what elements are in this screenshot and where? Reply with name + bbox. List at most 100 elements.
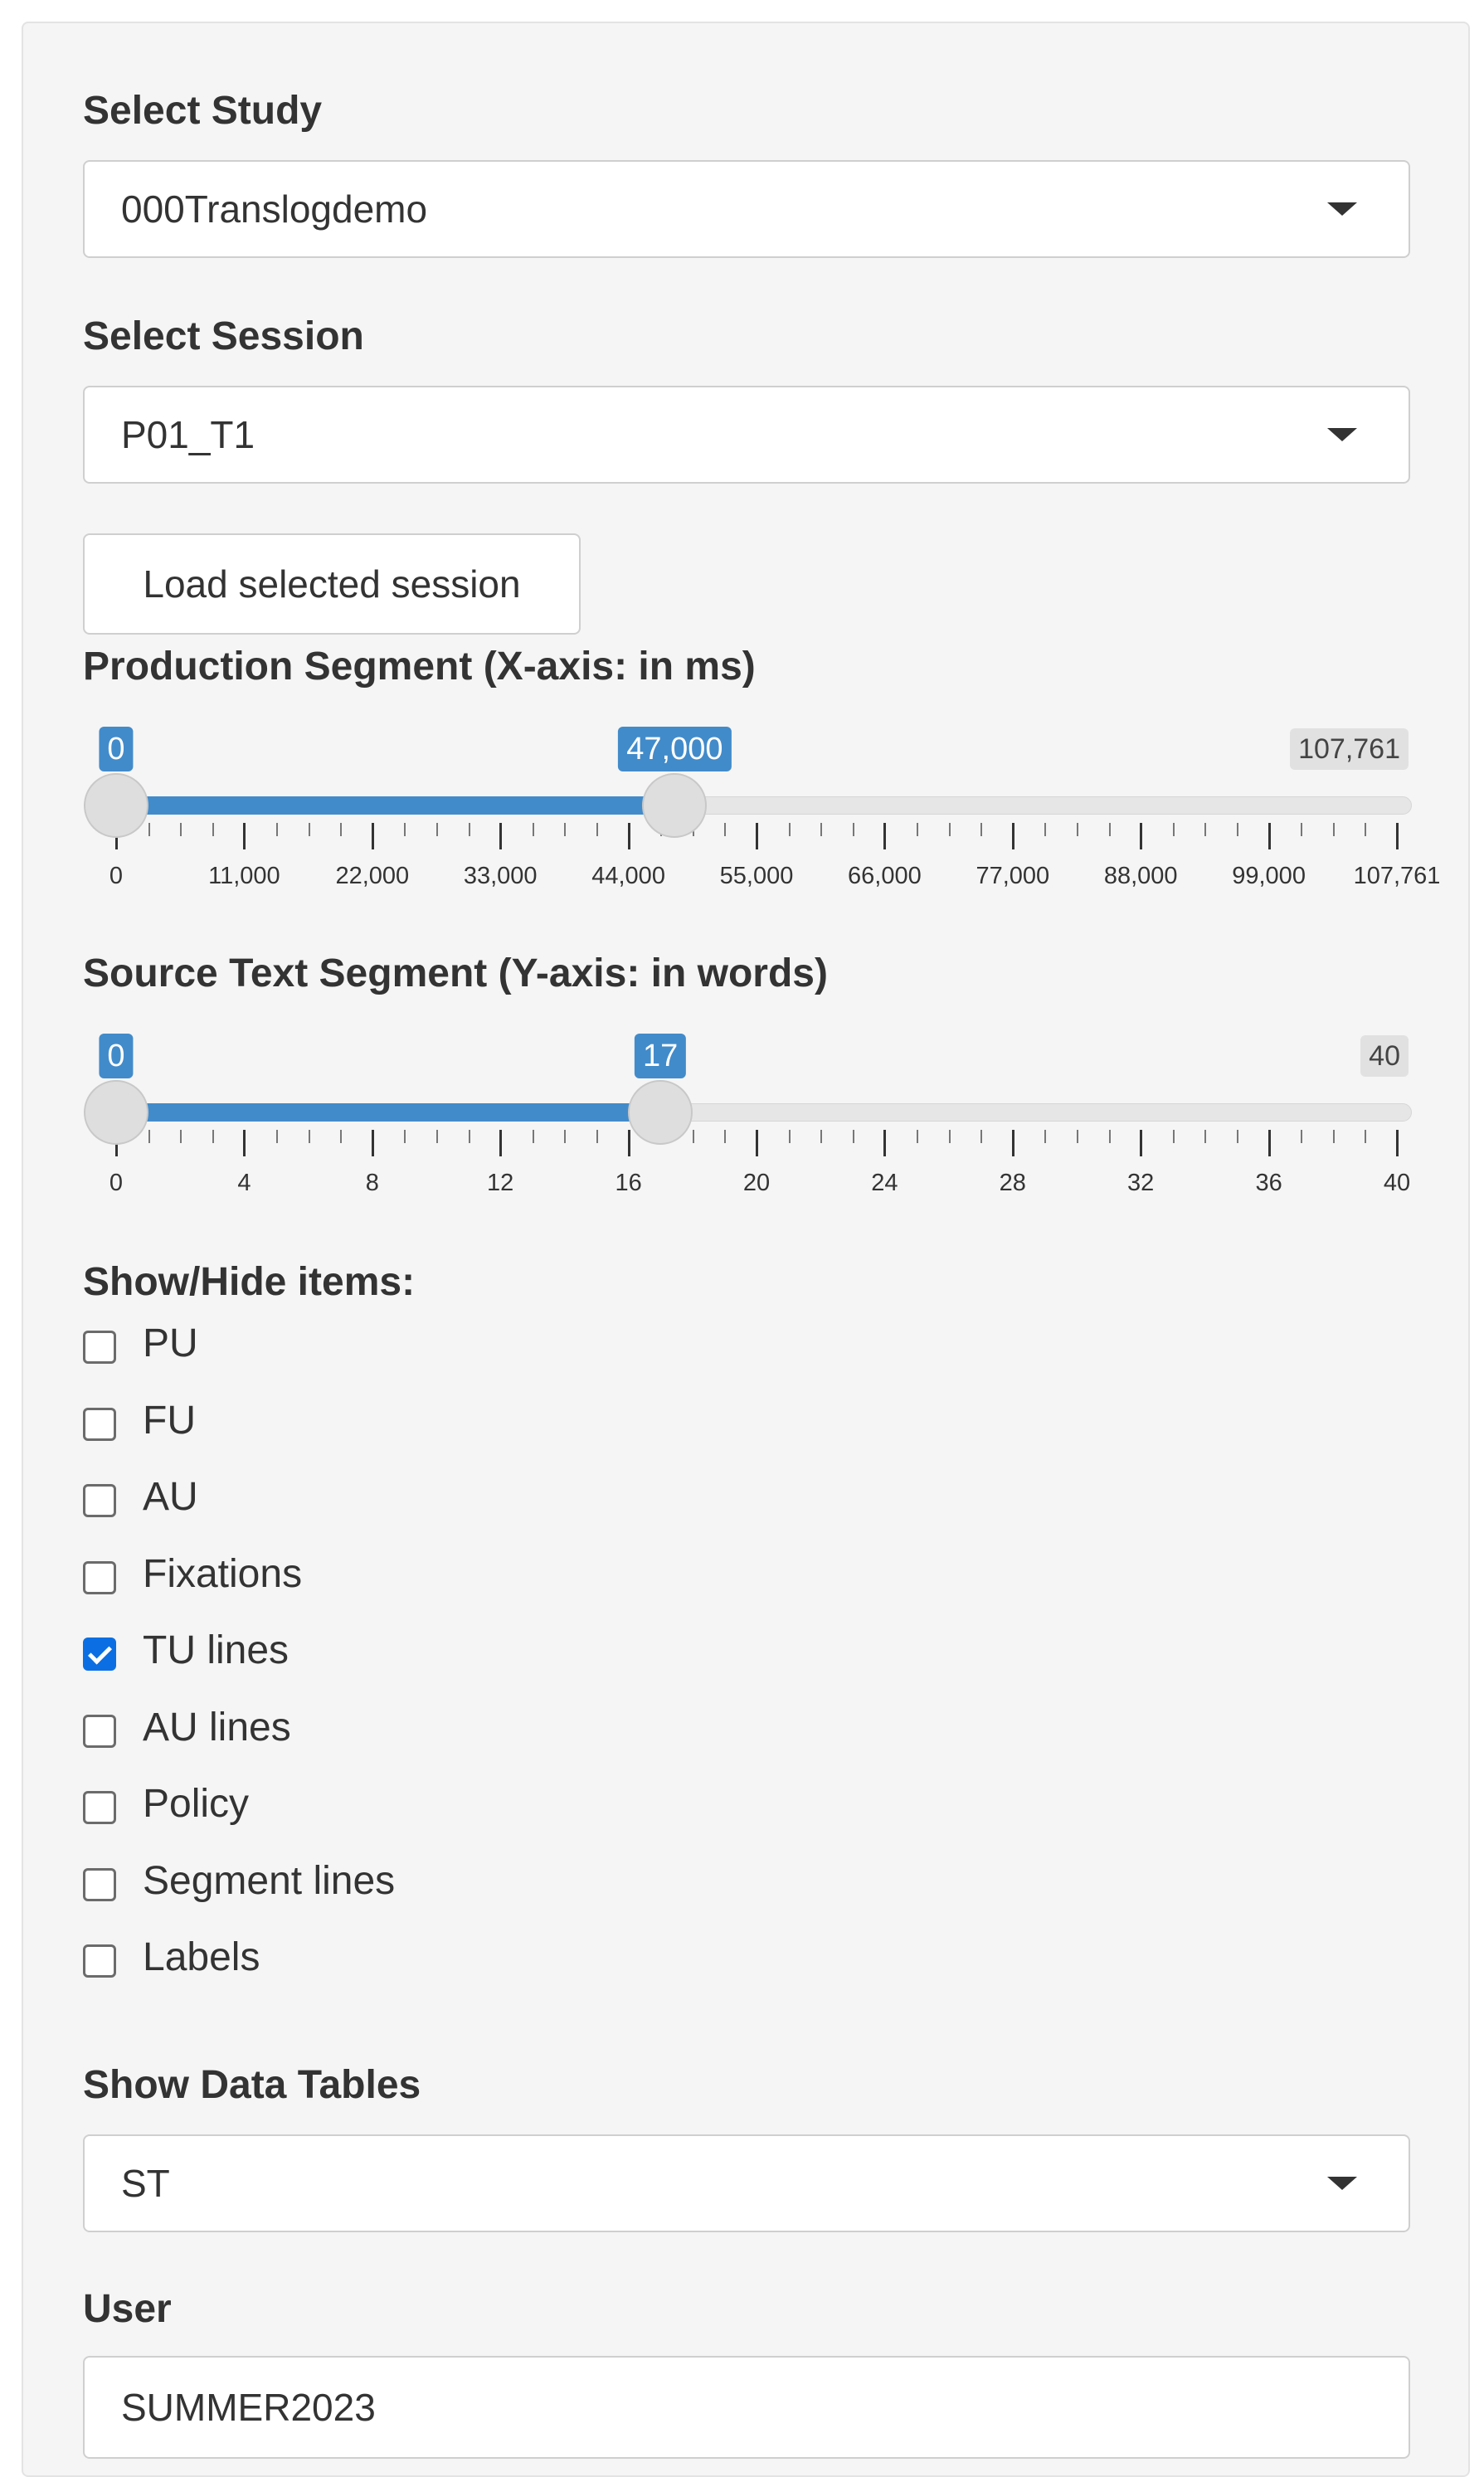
x-tick-label: 88,000 [1103,863,1178,889]
y-minor-tick [212,1130,214,1143]
checkbox-label[interactable]: Segment lines [143,1858,395,1904]
checkbox-label[interactable]: AU [143,1474,198,1520]
load-session-button[interactable]: Load selected session [83,533,581,635]
x-minor-tick [404,823,406,836]
y-minor-tick [1108,1130,1111,1143]
x-major-tick [756,823,758,849]
x-slider-current-value: 47,000 [618,727,732,771]
y-minor-tick [404,1130,406,1143]
y-tick-label: 28 [999,1170,1026,1196]
study-select[interactable]: 000Translogdemo [83,160,1410,258]
x-major-tick [243,823,246,849]
y-minor-tick [948,1130,951,1143]
x-major-tick [371,823,374,849]
checkbox-fixations[interactable] [83,1560,116,1594]
study-select-value: 000Translogdemo [121,187,428,231]
x-minor-tick [1332,823,1335,836]
x-tick-label: 66,000 [848,863,922,889]
y-minor-tick [308,1130,310,1143]
checkbox-label[interactable]: Labels [143,1934,260,1980]
y-minor-tick [852,1130,854,1143]
data-tables-select[interactable]: ST [83,2134,1410,2232]
checkbox-label[interactable]: TU lines [143,1628,289,1673]
y-slider-max-handle[interactable] [628,1080,693,1145]
y-minor-tick [1365,1130,1367,1143]
user-input-value: SUMMER2023 [121,2386,376,2429]
y-minor-tick [724,1130,727,1143]
y-minor-tick [1204,1130,1207,1143]
session-select-value: P01_T1 [121,413,255,456]
x-minor-tick [596,823,598,836]
x-minor-tick [1077,823,1078,836]
y-major-tick [756,1130,758,1156]
x-slider-max-handle[interactable] [642,773,708,838]
checkbox-policy[interactable] [83,1791,116,1824]
x-major-tick [1011,823,1014,849]
y-major-tick [371,1130,374,1156]
x-major-tick [1140,823,1143,849]
checkbox-tu-lines[interactable] [83,1638,116,1671]
x-slider-min-handle[interactable] [84,773,148,838]
x-minor-tick [436,823,438,836]
checkbox-pu[interactable] [83,1331,116,1364]
y-slider-min-value: 0 [99,1034,134,1078]
x-minor-tick [1204,823,1207,836]
y-major-tick [1140,1130,1143,1156]
y-minor-tick [532,1130,534,1143]
y-minor-tick [692,1130,694,1143]
y-tick-label: 0 [109,1170,124,1196]
checkbox-label[interactable]: PU [143,1321,198,1366]
checkbox-label[interactable]: Fixations [143,1551,302,1597]
user-label: User [83,2287,172,2331]
checkbox-labels[interactable] [83,1944,116,1978]
checkbox-fu[interactable] [83,1407,116,1441]
checkbox-au[interactable] [83,1484,116,1517]
x-major-tick [1396,823,1399,849]
x-tick-label: 11,000 [208,863,280,889]
x-range-slider[interactable]: 0 47,000 107,761 0 11,000 22,000 33,000 44,0… [23,720,1472,911]
checkbox-label[interactable]: Policy [143,1781,249,1827]
user-input[interactable]: SUMMER2023 [83,2356,1410,2459]
y-major-tick [1267,1130,1271,1156]
y-minor-tick [276,1130,278,1143]
x-minor-tick [1044,823,1047,836]
y-tick-label: 4 [237,1170,251,1196]
y-slider-current-value: 17 [635,1034,687,1078]
chevron-down-icon [1327,428,1357,441]
y-minor-tick [436,1130,438,1143]
y-slider-label: Source Text Segment (Y-axis: in words) [83,951,828,995]
data-tables-label: Show Data Tables [83,2063,421,2107]
x-minor-tick [468,823,470,836]
y-minor-tick [917,1130,918,1143]
checkbox-label[interactable]: FU [143,1398,196,1443]
x-tick-label: 107,761 [1353,863,1441,889]
x-tick-label: 33,000 [463,863,538,889]
x-major-tick [627,823,630,849]
x-minor-tick [1108,823,1111,836]
y-slider-min-handle[interactable] [84,1080,148,1145]
y-range-slider[interactable]: 0 17 40 0 4 8 12 16 20 24 28 32 36 40 [23,1027,1472,1218]
x-minor-tick [948,823,951,836]
y-minor-tick [1332,1130,1335,1143]
x-slider-label: Production Segment (X-axis: in ms) [83,645,756,689]
y-tick-label: 32 [1127,1170,1155,1196]
checkbox-segment-lines[interactable] [83,1867,116,1901]
x-minor-tick [308,823,310,836]
y-slider-max-value: 40 [1360,1035,1409,1077]
x-major-tick [499,823,503,849]
y-minor-tick [820,1130,823,1143]
study-label: Select Study [83,89,323,133]
y-major-tick [1396,1130,1399,1156]
x-major-tick [1267,823,1271,849]
x-minor-tick [788,823,791,836]
y-tick-label: 8 [365,1170,379,1196]
chevron-down-icon [1327,2177,1357,2190]
x-major-tick [883,823,887,849]
checkbox-label[interactable]: AU lines [143,1705,291,1750]
session-select[interactable]: P01_T1 [83,386,1410,484]
y-tick-label: 16 [615,1170,642,1196]
checkbox-au-lines[interactable] [83,1714,116,1748]
x-tick-label: 77,000 [976,863,1050,889]
x-slider-selected-bar [116,796,675,815]
y-major-tick [627,1130,630,1156]
